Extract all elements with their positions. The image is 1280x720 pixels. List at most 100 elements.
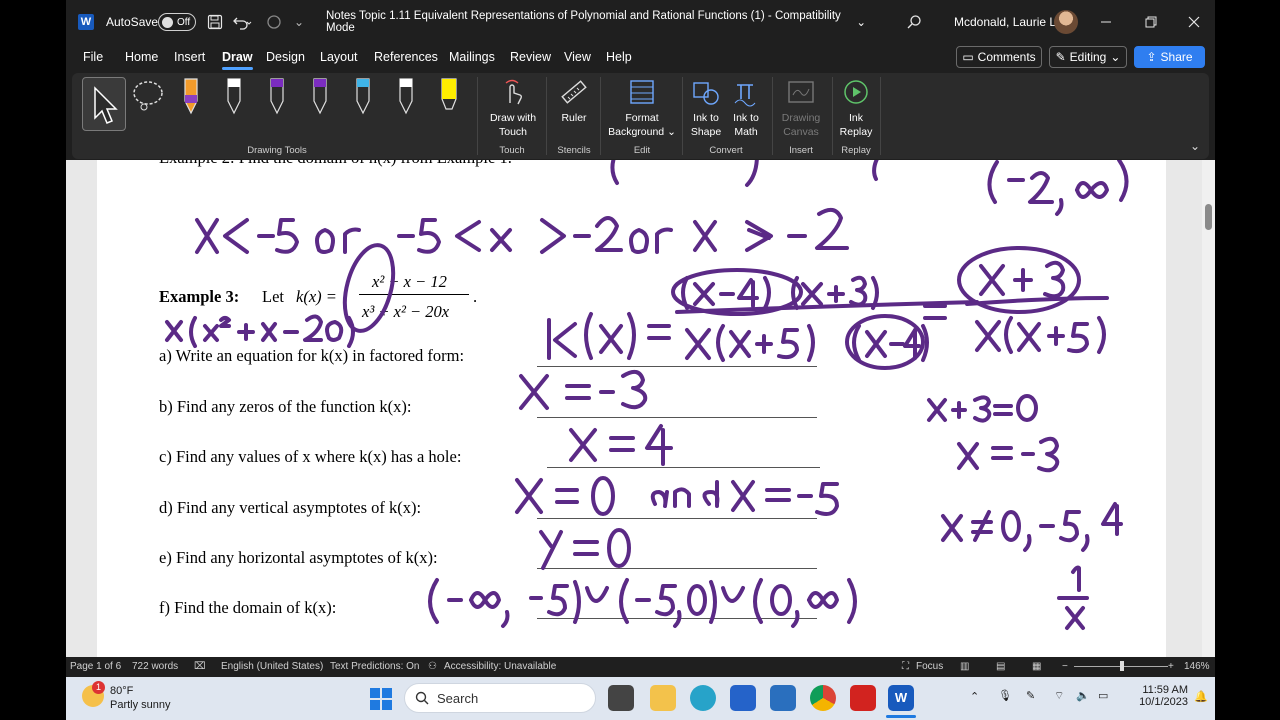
share-button[interactable]: ⇪ Share [1134,46,1205,68]
word-app-icon: W [78,0,94,44]
share-label: Share [1160,50,1193,64]
tab-review[interactable]: Review [510,50,551,64]
ink-to-shape-line2: Shape [690,126,722,138]
avatar[interactable] [1054,0,1078,44]
tab-file[interactable]: File [83,50,103,64]
restore-icon[interactable] [1145,0,1157,44]
format-background-button[interactable]: Format Background ⌄ [604,77,680,139]
tab-help[interactable]: Help [606,50,632,64]
minimize-icon[interactable] [1100,0,1112,44]
acrobat-icon[interactable] [850,685,876,711]
ink-replay-button[interactable]: Ink Replay [836,77,876,139]
volume-icon[interactable]: 🔈 [1076,689,1090,702]
draw-with-touch-button[interactable]: Draw with Touch [484,77,542,139]
select-tool[interactable] [82,77,126,131]
notifications-icon[interactable]: 🔔 [1194,690,1208,703]
pen-menu-icon[interactable]: ✎ [1026,689,1035,702]
ink-replay-line2: Replay [839,126,873,138]
highlighter-yellow[interactable] [434,77,464,117]
word-count[interactable]: 722 words [132,661,178,672]
redo-icon[interactable] [266,0,282,44]
search-icon[interactable] [906,0,922,44]
microphone-icon[interactable]: 🎙 [998,689,1012,702]
accessibility-icon[interactable]: ⚇ [428,661,437,672]
accessibility-status[interactable]: Accessibility: Unavailable [444,661,556,672]
ink-replay-line1: Ink [848,112,863,124]
collapse-ribbon-icon[interactable]: ⌄ [1190,139,1200,153]
start-icon[interactable] [370,688,392,713]
print-layout-icon[interactable]: ▤ [996,661,1005,672]
proofing-icon[interactable]: ⌧ [194,661,206,672]
web-layout-icon[interactable]: ▦ [1032,661,1041,672]
scrollbar-thumb[interactable] [1205,204,1212,230]
page-count[interactable]: Page 1 of 6 [70,661,121,672]
ink-to-math-button[interactable]: Ink to Math [726,77,766,139]
title-chevron-icon: ⌄ [856,17,866,29]
zoom-in-icon[interactable]: + [1168,661,1174,672]
pen-black-a[interactable] [219,77,249,117]
close-icon[interactable] [1188,0,1200,44]
user-name[interactable]: Mcdonald, Laurie L. [954,0,1059,44]
tab-insert[interactable]: Insert [174,50,205,64]
ink-to-shape-button[interactable]: Ink to Shape [686,77,726,139]
share-icon: ⇪ [1146,50,1157,64]
tab-home[interactable]: Home [125,50,158,64]
ink-to-math-line1: Ink to [733,112,759,124]
comments-button[interactable]: ▭ Comments [956,46,1042,68]
store-icon[interactable] [730,685,756,711]
tab-view[interactable]: View [564,50,591,64]
group-convert: Convert [709,145,743,156]
chevron-up-icon[interactable]: ⌃ [970,690,979,703]
weather-desc[interactable]: Partly sunny [110,699,171,711]
outlook-icon[interactable] [770,685,796,711]
draw-with-touch-line2: Touch [498,126,528,138]
pen-purple-2[interactable] [305,77,335,117]
document-title-text: Notes Topic 1.11 Equivalent Representati… [326,10,841,34]
pen-orange[interactable] [176,77,206,117]
pen-purple-1[interactable] [262,77,292,117]
zoom-level[interactable]: 146% [1184,661,1210,672]
word-taskbar-icon[interactable]: W [888,685,914,711]
pen-white[interactable] [391,77,421,117]
tab-draw[interactable]: Draw [222,50,253,70]
task-view-icon[interactable] [608,685,634,711]
format-background-line2-text: Background [608,126,665,138]
undo-icon[interactable] [232,0,252,44]
focus-label[interactable]: Focus [916,661,943,672]
lasso-select-tool[interactable] [130,77,163,117]
chrome-icon[interactable] [810,685,836,711]
zoom-out-icon[interactable]: − [1062,661,1068,672]
editing-button[interactable]: ✎ Editing ⌄ [1049,46,1127,68]
notification-badge: 1 [92,681,105,694]
save-icon[interactable] [207,0,223,44]
vertical-scrollbar[interactable] [1202,160,1215,657]
tab-mailings[interactable]: Mailings [449,50,495,64]
edge-icon[interactable] [690,685,716,711]
language[interactable]: English (United States) [221,661,323,672]
ink-to-shape-icon [693,82,719,105]
taskbar-search[interactable]: Search [404,683,596,713]
comment-icon: ▭ [962,50,974,64]
pen-galaxy[interactable] [348,77,378,117]
document-page[interactable]: Example 2: Find the domain of h(x) from … [97,160,1166,657]
editing-label: Editing [1069,50,1107,64]
text-predictions[interactable]: Text Predictions: On [330,661,419,672]
customize-qat-icon[interactable]: ⌄ [294,0,304,44]
ruler-button[interactable]: Ruler [550,77,598,125]
autosave-toggle[interactable]: Off [158,0,196,44]
clock[interactable]: 11:59 AM 10/1/2023 [1126,684,1188,708]
document-title[interactable]: Notes Topic 1.11 Equivalent Representati… [326,0,866,44]
read-mode-icon[interactable]: ▥ [960,661,969,672]
ink-to-math-icon [734,84,756,107]
wifi-icon[interactable]: ⌔ [1054,689,1064,703]
file-explorer-icon[interactable] [650,685,676,711]
tab-design[interactable]: Design [266,50,305,64]
battery-icon[interactable]: ▭ [1098,689,1108,702]
tab-references[interactable]: References [374,50,438,64]
format-background-line2: Background ⌄ [608,126,676,138]
tab-layout[interactable]: Layout [320,50,358,64]
zoom-slider-thumb[interactable] [1120,661,1124,671]
focus-icon[interactable]: ⛶ [902,661,909,672]
weather-temp[interactable]: 80°F [110,685,133,697]
drawing-canvas-line2: Canvas [783,126,819,138]
